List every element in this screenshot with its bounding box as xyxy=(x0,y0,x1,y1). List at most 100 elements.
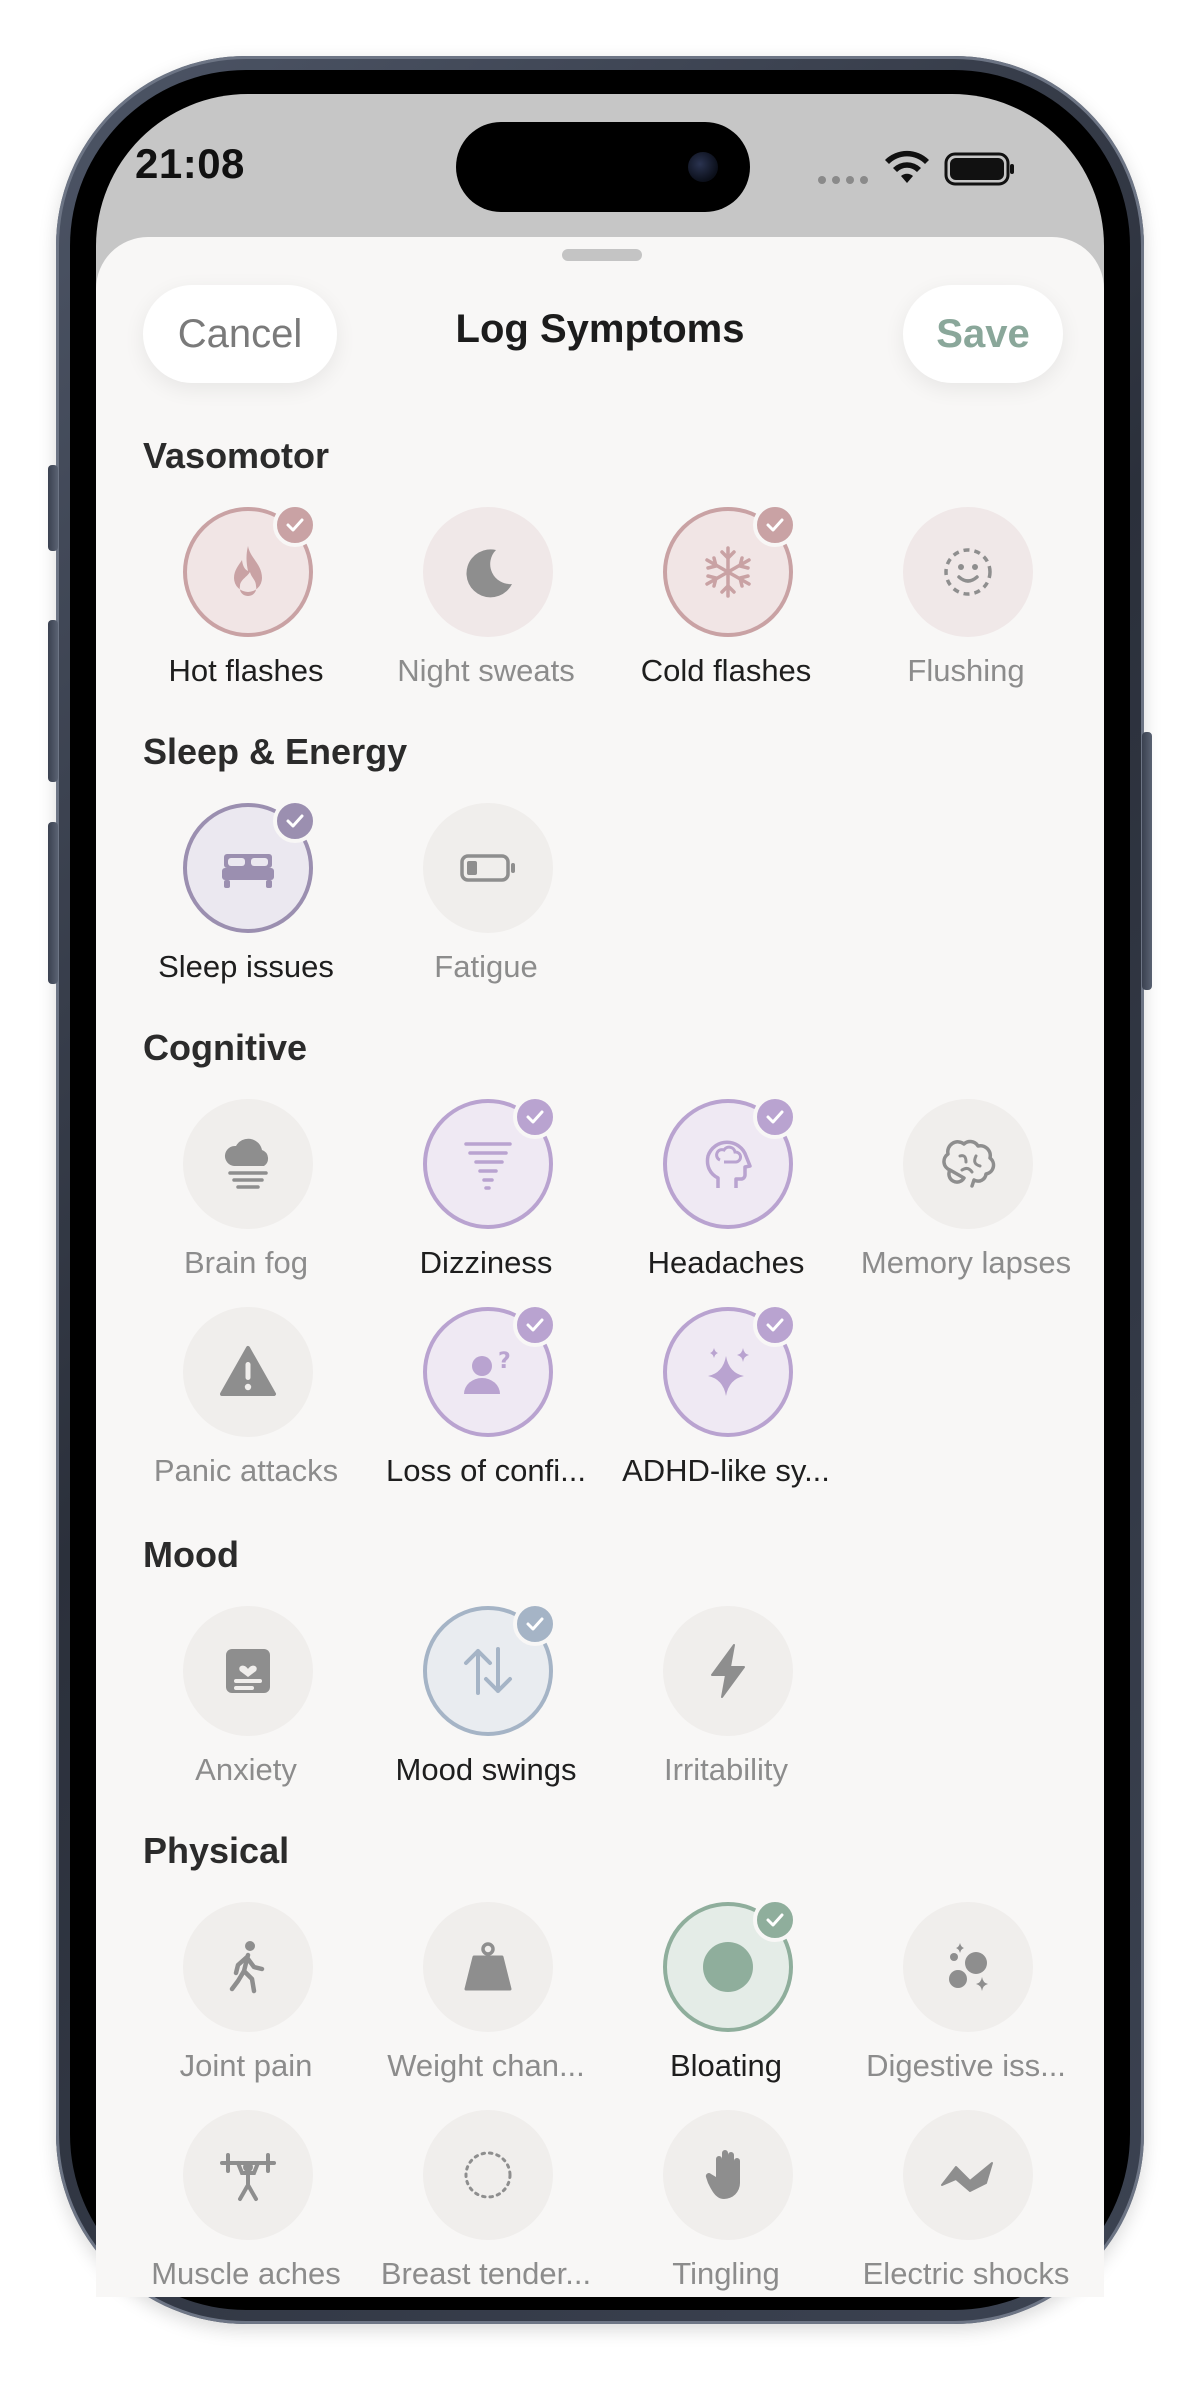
symptom-circle xyxy=(903,2110,1033,2240)
checkmark-icon xyxy=(753,1095,797,1139)
zigzag-icon xyxy=(941,2162,993,2192)
flame-icon xyxy=(234,546,262,597)
symptom-label: Irritability xyxy=(663,1752,788,1787)
heart-note-icon xyxy=(226,1649,270,1693)
cellular-signal-icon xyxy=(818,176,868,184)
symptom-circle xyxy=(423,803,553,933)
weightlifter-icon xyxy=(220,2153,276,2201)
section-title-cognitive: Cognitive xyxy=(143,1027,308,1068)
warning-icon xyxy=(220,1346,276,1396)
symptom-label: Anxiety xyxy=(195,1752,297,1787)
camera-icon xyxy=(688,152,718,182)
checkmark-icon xyxy=(753,1303,797,1347)
log-symptoms-sheet: Cancel Log Symptoms Save Vasomotor Sleep… xyxy=(96,237,1104,2297)
fog-cloud-icon xyxy=(224,1138,269,1189)
arrows-up-down-icon xyxy=(464,1647,512,1695)
symptom-digestive-issues[interactable]: Digestive iss... xyxy=(851,1902,1081,2102)
symptom-label: Fatigue xyxy=(434,949,538,984)
volume-up-button xyxy=(48,620,58,782)
symptom-cold-flashes[interactable]: Cold flashes xyxy=(611,503,841,707)
bed-icon xyxy=(222,854,274,888)
wifi-icon xyxy=(885,150,929,183)
symptom-label: Dizziness xyxy=(419,1245,553,1280)
symptom-panic-attacks[interactable]: Panic attacks xyxy=(131,1307,361,1507)
symptom-memory-lapses[interactable]: Memory lapses xyxy=(851,1099,1081,1299)
checkmark-icon xyxy=(273,799,317,843)
moon-icon xyxy=(466,549,512,598)
symptom-circle xyxy=(423,1902,553,2032)
battery-low-icon xyxy=(460,854,515,882)
symptom-hot-flashes[interactable]: Hot flashes xyxy=(131,503,361,707)
symptom-night-sweats[interactable]: Night sweats xyxy=(371,507,601,707)
person-question-icon: ? xyxy=(464,1349,511,1394)
bolt-icon xyxy=(711,1644,745,1698)
symptom-label: Loss of confi... xyxy=(386,1453,586,1488)
symptom-sleep-issues[interactable]: Sleep issues xyxy=(131,799,361,1003)
symptom-headaches[interactable]: Headaches xyxy=(611,1095,841,1299)
symptom-label: ADHD-like sy... xyxy=(622,1453,830,1488)
symptom-label: Muscle aches xyxy=(151,2256,341,2291)
weight-icon xyxy=(464,1942,512,1991)
symptom-loss-of-confidence[interactable]: ? Loss of confi... xyxy=(371,1303,601,1507)
symptom-label: Bloating xyxy=(669,2048,783,2083)
symptom-circle xyxy=(183,1606,313,1736)
section-title-mood: Mood xyxy=(143,1534,239,1575)
checkmark-icon xyxy=(513,1602,557,1646)
cancel-button[interactable]: Cancel xyxy=(143,285,337,383)
symptom-fatigue[interactable]: Fatigue xyxy=(371,803,601,1003)
save-button[interactable]: Save xyxy=(903,285,1063,383)
symptom-breast-tenderness[interactable]: Breast tender... xyxy=(371,2110,601,2297)
symptom-brain-fog[interactable]: Brain fog xyxy=(131,1099,361,1299)
symptom-adhd-like[interactable]: ADHD-like sy... xyxy=(611,1303,841,1507)
symptom-circle xyxy=(423,2110,553,2240)
symptom-dizziness[interactable]: Dizziness xyxy=(371,1095,601,1299)
symptom-label: Flushing xyxy=(907,653,1025,688)
snowflake-icon xyxy=(705,546,751,598)
symptom-label: Tingling xyxy=(672,2256,780,2291)
battery-icon xyxy=(944,152,1014,186)
section-title-physical: Physical xyxy=(143,1830,290,1871)
symptom-bloating[interactable]: Bloating xyxy=(611,1898,841,2102)
power-button xyxy=(1142,732,1152,990)
hand-icon xyxy=(705,2150,740,2199)
symptom-label: Sleep issues xyxy=(158,949,334,984)
symptom-label: Weight chan... xyxy=(387,2048,585,2083)
sheet-grabber[interactable] xyxy=(562,249,642,261)
symptom-weight-changes[interactable]: Weight chan... xyxy=(371,1902,601,2102)
walking-figure-icon xyxy=(229,1941,265,1994)
checkmark-icon xyxy=(513,1095,557,1139)
tornado-icon xyxy=(464,1142,512,1190)
symptom-joint-pain[interactable]: Joint pain xyxy=(131,1902,361,2102)
symptom-label: Memory lapses xyxy=(860,1245,1072,1280)
brain-icon xyxy=(942,1139,996,1188)
symptom-circle xyxy=(423,507,553,637)
symptom-circle xyxy=(663,1606,793,1736)
head-brain-icon xyxy=(705,1140,752,1188)
svg-text:?: ? xyxy=(498,1349,511,1374)
symptom-muscle-aches[interactable]: Muscle aches xyxy=(131,2110,361,2297)
symptom-irritability[interactable]: Irritability xyxy=(611,1606,841,1806)
dotted-circle-icon xyxy=(464,2151,512,2199)
status-time: 21:08 xyxy=(135,140,245,187)
checkmark-icon xyxy=(513,1303,557,1347)
smiley-dashed-icon xyxy=(944,548,992,596)
symptom-label: Brain fog xyxy=(183,1245,309,1280)
symptom-anxiety[interactable]: Anxiety xyxy=(131,1606,361,1806)
symptom-label: Cold flashes xyxy=(640,653,812,688)
checkmark-icon xyxy=(753,503,797,547)
symptom-tingling[interactable]: Tingling xyxy=(611,2110,841,2297)
symptom-circle xyxy=(183,1307,313,1437)
symptom-circle xyxy=(663,2110,793,2240)
symptom-mood-swings[interactable]: Mood swings xyxy=(371,1602,601,1806)
symptom-label: Digestive iss... xyxy=(866,2048,1066,2083)
symptom-label: Breast tender... xyxy=(380,2256,592,2291)
bubbles-sparkle-icon xyxy=(949,1943,988,1991)
action-button xyxy=(48,465,58,551)
symptom-electric-shocks[interactable]: Electric shocks xyxy=(851,2110,1081,2297)
sheet-title: Log Symptoms xyxy=(455,307,745,351)
circle-dot-icon xyxy=(703,1942,753,1992)
symptom-flushing[interactable]: Flushing xyxy=(851,507,1081,707)
symptom-circle xyxy=(183,1902,313,2032)
symptom-label: Night sweats xyxy=(397,653,575,688)
symptom-label: Headaches xyxy=(647,1245,805,1280)
